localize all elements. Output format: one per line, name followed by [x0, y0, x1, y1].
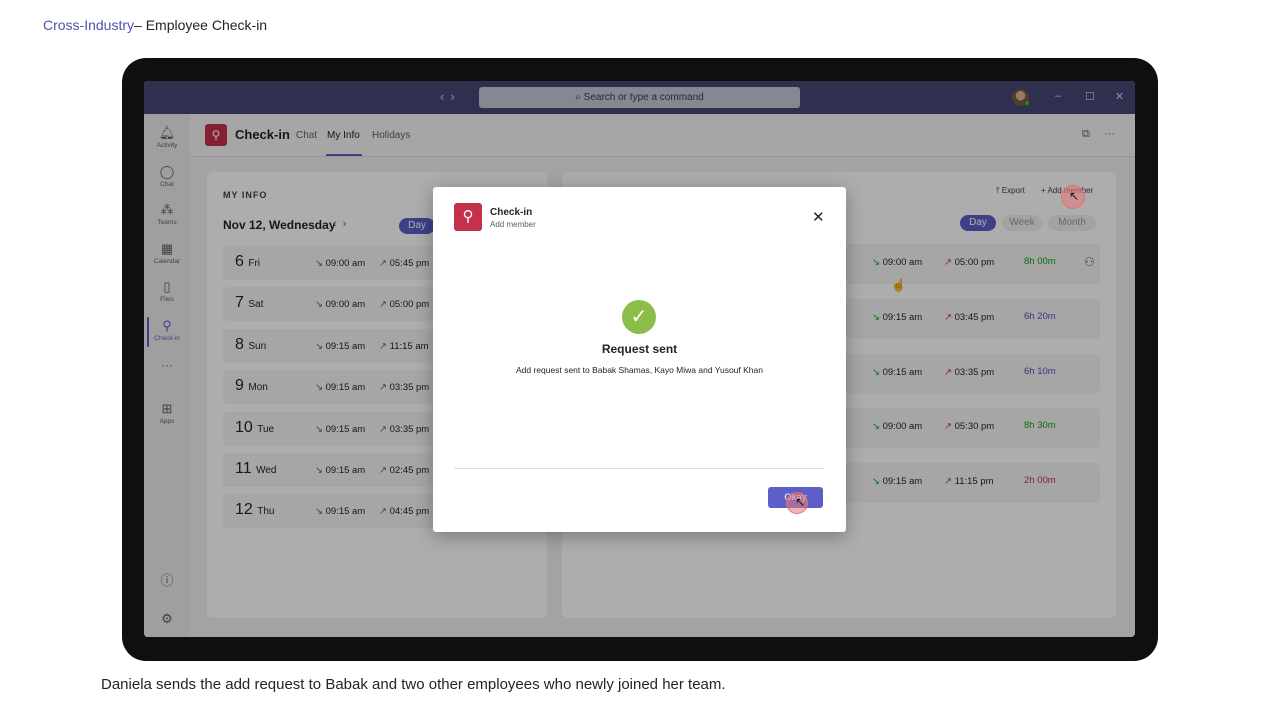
dialog-title: Check-in	[490, 207, 533, 218]
dialog-divider	[454, 468, 824, 469]
close-icon[interactable]: ✕	[812, 208, 825, 226]
pointer-cursor-icon: ↖	[795, 495, 806, 509]
add-member-dialog: ⚲ Check-in Add member ✕ ✓ Request sent A…	[433, 187, 846, 532]
slide-caption: Daniela sends the add request to Babak a…	[101, 676, 726, 693]
success-check-icon: ✓	[622, 300, 656, 334]
slide-title-text: – Employee Check-in	[134, 17, 268, 33]
teams-window: ‹› ⌕ Search or type a command – ☐ ✕ 🔔︎ Ac…	[144, 81, 1135, 637]
dialog-message: Add request sent to Babak Shamas, Kayo M…	[516, 365, 763, 375]
industry-link[interactable]: Cross-Industry	[43, 17, 134, 33]
dialog-heading: Request sent	[601, 342, 678, 356]
pointer-cursor-icon: ↖	[1069, 189, 1080, 203]
checkin-app-icon: ⚲	[454, 203, 482, 231]
slide-title: Cross-Industry– Employee Check-in	[43, 17, 267, 33]
dialog-subtitle: Add member	[490, 220, 536, 229]
